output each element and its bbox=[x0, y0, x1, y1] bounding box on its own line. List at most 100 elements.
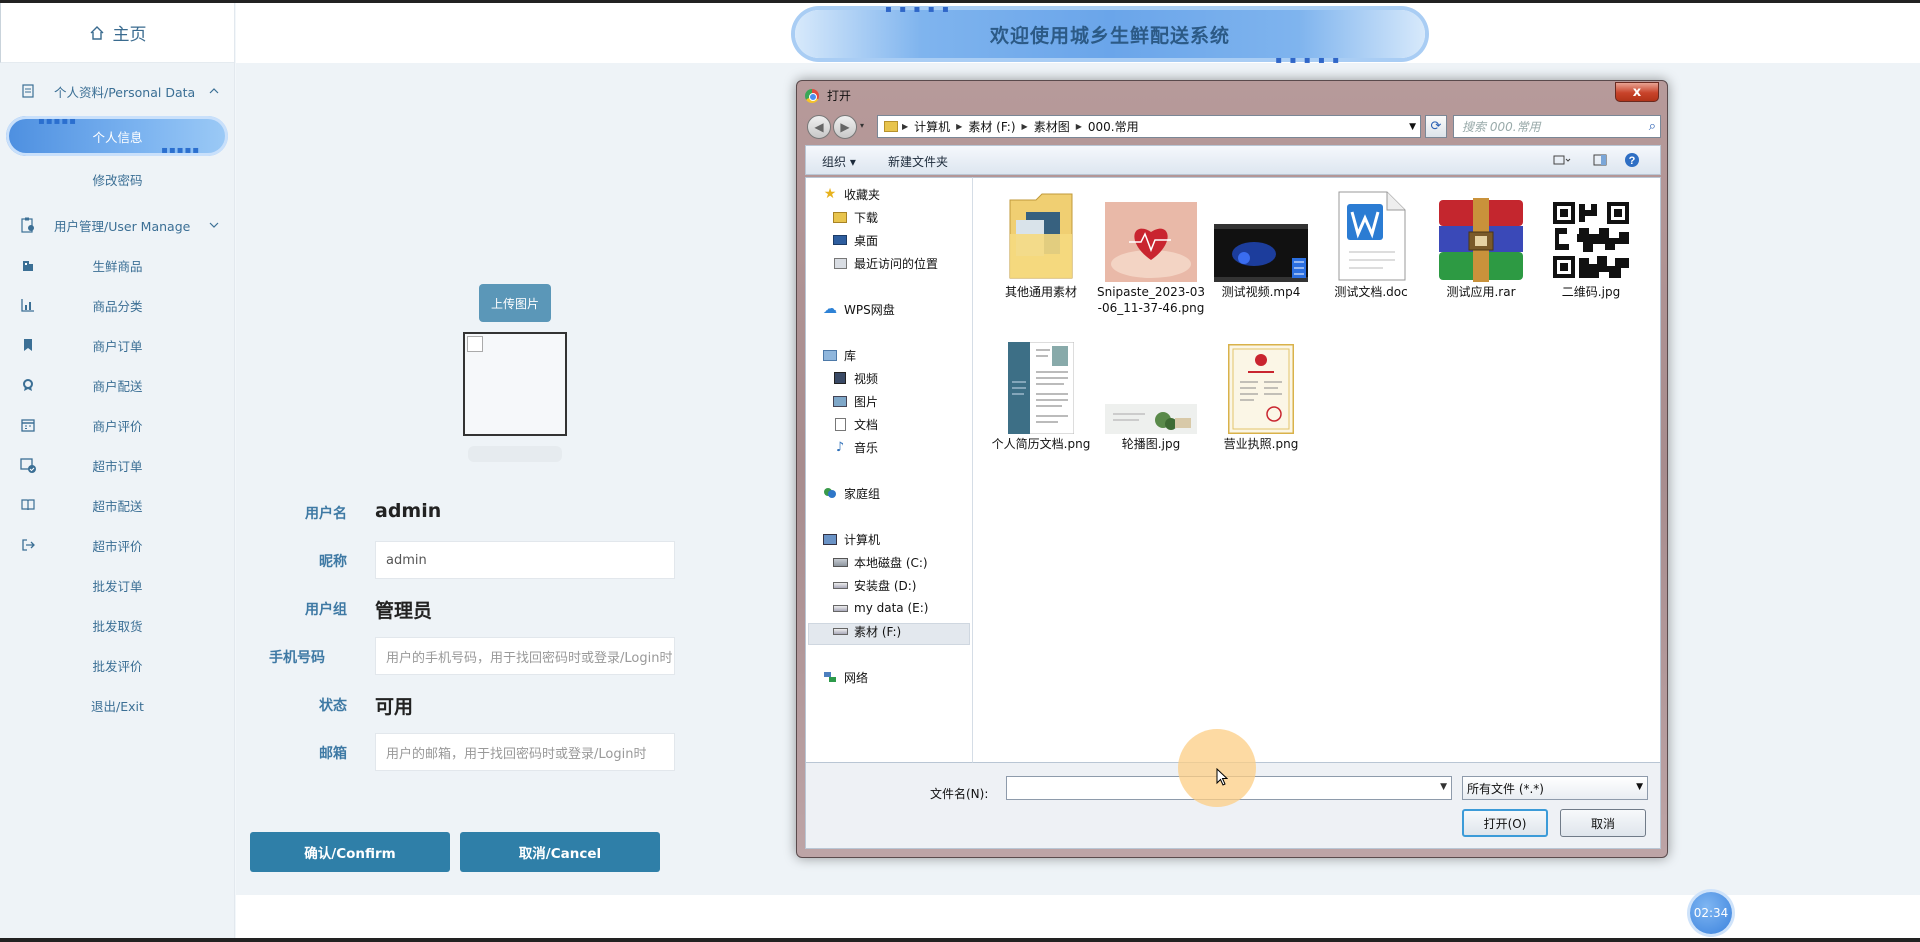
nav-downloads[interactable]: 下载 bbox=[832, 206, 878, 228]
nav-drive-e[interactable]: my data (E:) bbox=[832, 597, 928, 619]
preview-pane-icon[interactable] bbox=[1590, 151, 1610, 169]
file-type-select[interactable]: 所有文件 (*.*) ▼ bbox=[1462, 776, 1648, 800]
nickname-input[interactable]: admin bbox=[375, 541, 675, 579]
file-item[interactable]: 测试文档.doc bbox=[1317, 186, 1425, 300]
phone-input[interactable]: 用户的手机号码，用于找回密码时或登录/Login时 bbox=[375, 637, 675, 675]
file-item[interactable]: 营业执照.png bbox=[1207, 338, 1315, 452]
breadcrumb-folder[interactable]: 素材图 bbox=[1032, 118, 1072, 135]
sidebar-item-personal-info[interactable]: 个人信息 bbox=[0, 119, 235, 153]
confirm-button[interactable]: 确认/Confirm bbox=[250, 832, 450, 872]
recent-pages-chevron-icon[interactable]: ▾ bbox=[860, 121, 864, 130]
sidebar-item-change-password[interactable]: 修改密码 bbox=[0, 162, 235, 196]
open-button[interactable]: 打开(O) bbox=[1462, 809, 1548, 837]
search-input[interactable]: 搜索 000.常用 ⌕ bbox=[1453, 115, 1661, 138]
home-label: 主页 bbox=[112, 25, 147, 45]
video-icon bbox=[1213, 186, 1309, 282]
sidebar-item-supermarket-reviews[interactable]: 超市评价 bbox=[0, 528, 235, 562]
sidebar-item-wholesale-reviews[interactable]: 批发评价 bbox=[0, 648, 235, 682]
view-options-icon[interactable] bbox=[1552, 151, 1572, 169]
sidebar-group-user-manage[interactable]: 用户管理/User Manage bbox=[0, 208, 235, 242]
file-name: 二维码.jpg bbox=[1561, 285, 1621, 299]
nav-music[interactable]: ♪ 音乐 bbox=[832, 436, 878, 458]
drive-icon bbox=[832, 624, 848, 638]
file-item[interactable]: 测试视频.mp4 bbox=[1207, 186, 1315, 300]
back-button[interactable]: ◀ bbox=[807, 115, 831, 139]
sidebar-item-label: 批发评价 bbox=[92, 658, 143, 674]
sidebar-group-label: 用户管理/User Manage bbox=[54, 218, 191, 234]
nav-label: 音乐 bbox=[854, 440, 879, 455]
close-button[interactable]: x bbox=[1615, 82, 1659, 102]
breadcrumb-drive-f[interactable]: 素材 (F:) bbox=[966, 118, 1017, 135]
nav-label: 收藏夹 bbox=[844, 187, 881, 202]
video-library-icon bbox=[832, 371, 848, 385]
file-item[interactable]: 二维码.jpg bbox=[1537, 186, 1645, 300]
sidebar-item-supermarket-orders[interactable]: 超市订单 bbox=[0, 448, 235, 482]
filename-dropdown-icon[interactable]: ▼ bbox=[1440, 782, 1447, 792]
nav-homegroup[interactable]: 家庭组 bbox=[822, 482, 880, 504]
nav-computer[interactable]: 计算机 bbox=[822, 528, 880, 550]
sidebar-item-merchant-reviews[interactable]: 商户评价 bbox=[0, 408, 235, 442]
sidebar-item-wholesale-pickup[interactable]: 批发取货 bbox=[0, 608, 235, 642]
nav-network[interactable]: 网络 bbox=[822, 666, 868, 688]
nav-label: my data (E:) bbox=[854, 601, 929, 615]
sidebar-item-merchant-delivery[interactable]: 商户配送 bbox=[0, 368, 235, 402]
sidebar-group-personal-data[interactable]: 个人资料/Personal Data bbox=[0, 74, 235, 108]
new-folder-button[interactable]: 新建文件夹 bbox=[888, 153, 948, 170]
sidebar-item-exit[interactable]: 退出/Exit bbox=[0, 688, 235, 722]
rar-archive-icon bbox=[1433, 186, 1529, 282]
address-bar[interactable]: ▶ 计算机 ▶ 素材 (F:) ▶ 素材图 ▶ 000.常用 ▼ bbox=[877, 115, 1421, 138]
sidebar-item-categories[interactable]: 商品分类 bbox=[0, 288, 235, 322]
file-item[interactable]: 测试应用.rar bbox=[1427, 186, 1535, 300]
dialog-cancel-button[interactable]: 取消 bbox=[1560, 809, 1646, 837]
nav-label: 本地磁盘 (C:) bbox=[854, 555, 928, 570]
sidebar-item-merchant-orders[interactable]: 商户订单 bbox=[0, 328, 235, 362]
dialog-title: 打开 bbox=[827, 89, 852, 103]
forward-button[interactable]: ▶ bbox=[833, 115, 857, 139]
nav-label: 网络 bbox=[844, 670, 869, 685]
file-item[interactable]: 个人简历文档.png bbox=[987, 338, 1095, 452]
breadcrumb-computer[interactable]: 计算机 bbox=[912, 118, 952, 135]
nav-wps-cloud[interactable]: ☁ WPS网盘 bbox=[822, 298, 895, 320]
address-dropdown-icon[interactable]: ▼ bbox=[1409, 122, 1416, 132]
breadcrumb-current[interactable]: 000.常用 bbox=[1086, 118, 1141, 135]
nav-pictures[interactable]: 图片 bbox=[832, 390, 878, 412]
file-item[interactable]: Snipaste_2023-03-06_11-37-46.png bbox=[1097, 186, 1205, 316]
upload-image-button[interactable]: 上传图片 bbox=[479, 284, 551, 322]
desktop-icon bbox=[832, 233, 848, 247]
sidebar-item-wholesale-orders[interactable]: 批发订单 bbox=[0, 568, 235, 602]
username-label: 用户名 bbox=[305, 506, 347, 522]
organize-menu[interactable]: 组织 ▾ bbox=[822, 153, 856, 170]
file-name: 其他通用素材 bbox=[1004, 285, 1077, 299]
nav-desktop[interactable]: 桌面 bbox=[832, 229, 878, 251]
nav-drive-f[interactable]: 素材 (F:) bbox=[832, 620, 901, 642]
star-icon: ★ bbox=[823, 186, 837, 202]
email-input[interactable]: 用户的邮箱，用于找回密码时或登录/Login时 bbox=[375, 733, 675, 771]
nav-videos[interactable]: 视频 bbox=[832, 367, 878, 389]
nav-documents[interactable]: 文档 bbox=[832, 413, 878, 435]
avatar-caption bbox=[468, 446, 562, 462]
help-icon[interactable]: ? bbox=[1622, 151, 1642, 169]
sidebar-item-label: 批发订单 bbox=[92, 578, 143, 594]
address-row: ◀ ▶ ▾ ▶ 计算机 ▶ 素材 (F:) ▶ 素材图 ▶ 000.常用 ▼ ⟳… bbox=[805, 113, 1661, 139]
nav-favorites[interactable]: ★ 收藏夹 bbox=[822, 183, 880, 205]
file-item[interactable]: 轮播图.jpg bbox=[1097, 338, 1205, 452]
nav-drive-c[interactable]: 本地磁盘 (C:) bbox=[832, 551, 928, 573]
file-item[interactable]: 其他通用素材 bbox=[987, 186, 1095, 300]
sidebar-item-supermarket-delivery[interactable]: 超市配送 bbox=[0, 488, 235, 522]
nav-recent[interactable]: 最近访问的位置 bbox=[832, 252, 938, 274]
cancel-button[interactable]: 取消/Cancel bbox=[460, 832, 660, 872]
network-icon bbox=[822, 670, 838, 684]
refresh-button[interactable]: ⟳ bbox=[1425, 115, 1447, 138]
resume-icon bbox=[993, 338, 1089, 434]
home-link[interactable]: 主页 bbox=[0, 3, 234, 63]
username-value: admin bbox=[375, 500, 442, 522]
banner-title: 欢迎使用城乡生鲜配送系统 bbox=[989, 24, 1230, 47]
nav-library[interactable]: 库 bbox=[822, 344, 856, 366]
home-icon bbox=[90, 25, 103, 40]
file-list: 其他通用素材 Snipaste_2023-03-06_11-37-46.png … bbox=[973, 177, 1661, 763]
sidebar-item-fresh-goods[interactable]: 生鲜商品 bbox=[0, 248, 235, 282]
logout-icon bbox=[20, 537, 36, 553]
award-icon bbox=[20, 377, 36, 393]
file-name: 轮播图.jpg bbox=[1121, 437, 1181, 451]
nav-drive-d[interactable]: 安装盘 (D:) bbox=[832, 574, 916, 596]
